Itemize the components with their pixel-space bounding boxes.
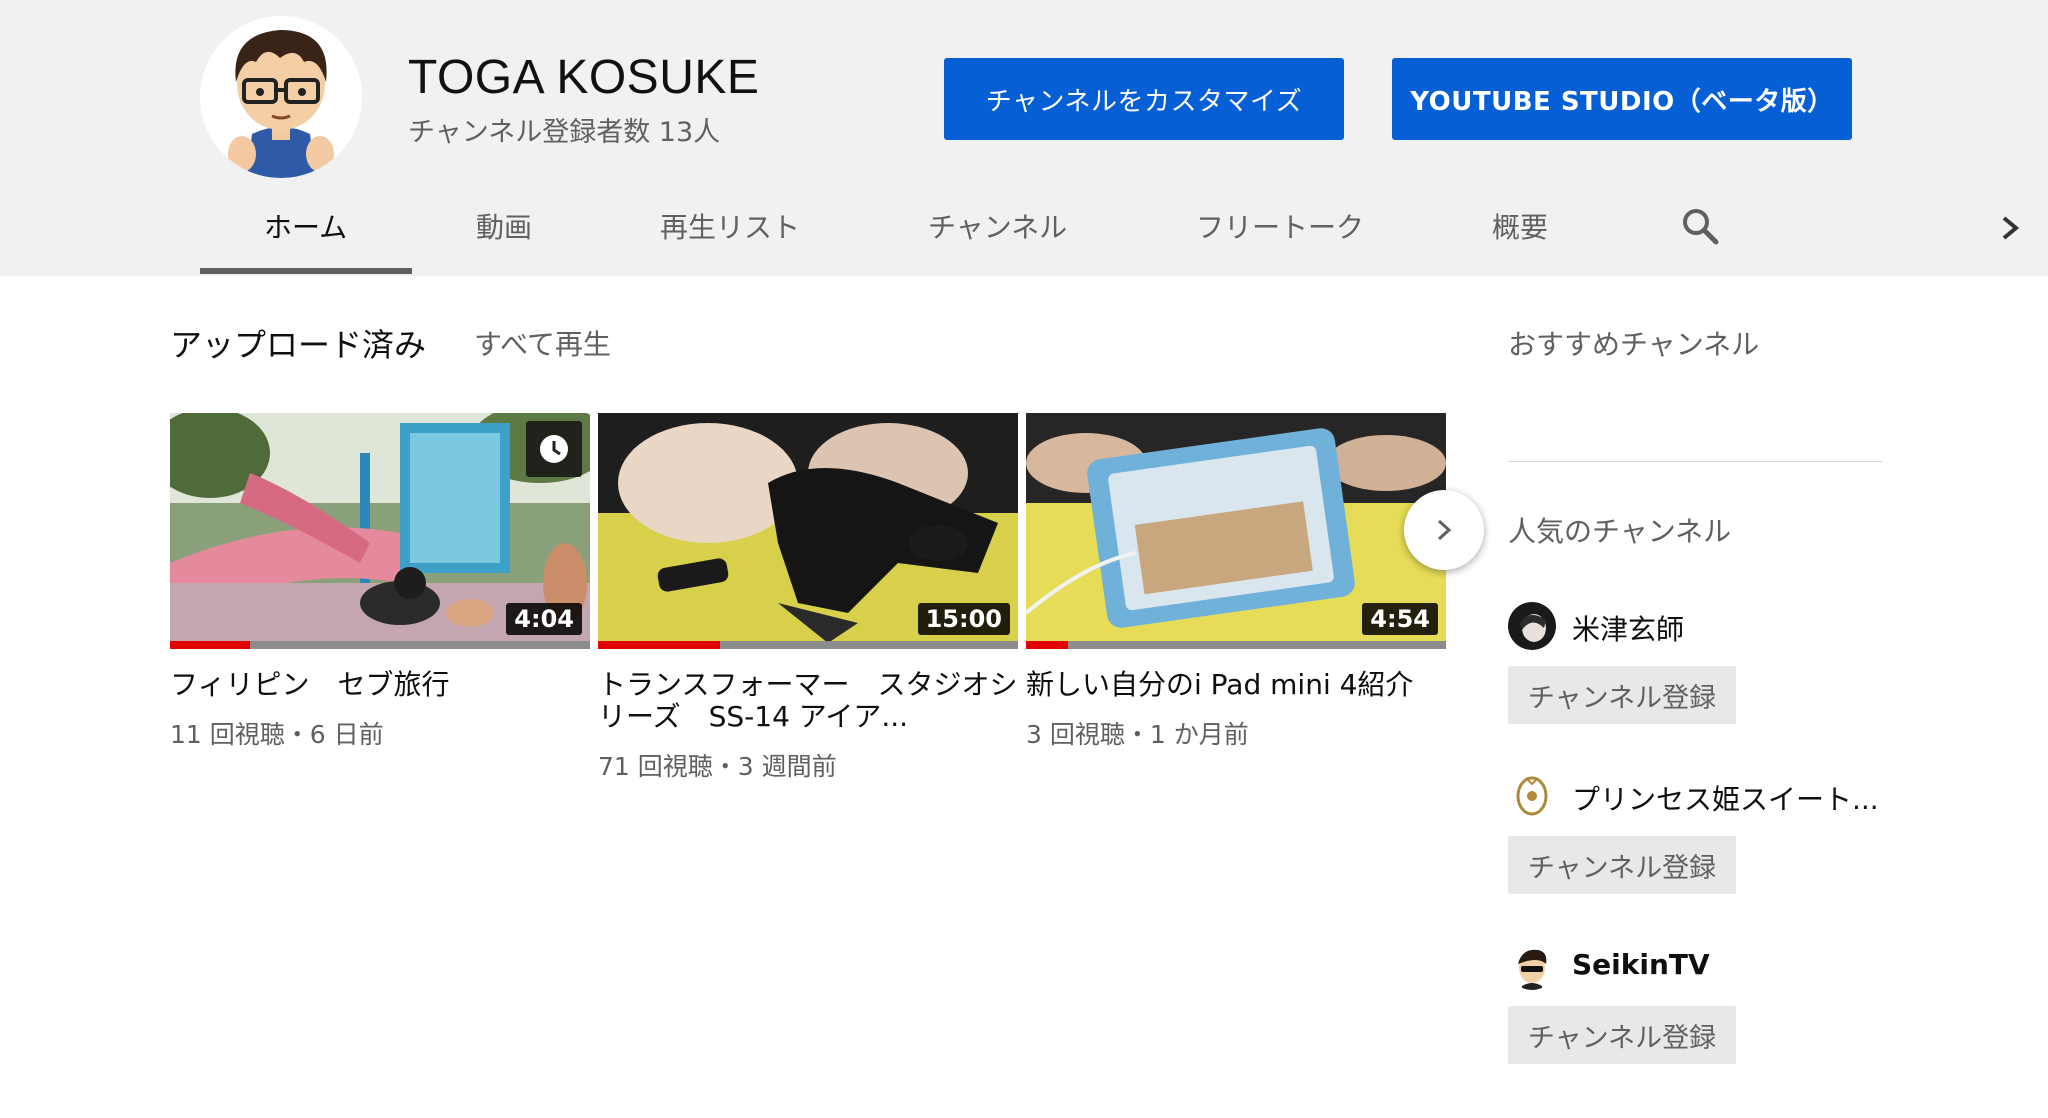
video-thumbnail[interactable]: 4:54 [1026, 413, 1446, 649]
video-meta: 3 回視聴・1 か月前 [1026, 720, 1249, 749]
featured-channels-title: おすすめチャンネル [1508, 328, 1760, 361]
chevron-right-icon [1437, 519, 1452, 541]
channel-avatar[interactable] [1508, 772, 1556, 820]
active-tab-indicator [200, 268, 412, 274]
subscribe-button[interactable]: チャンネル登録 [1508, 666, 1736, 724]
channel-avatar[interactable] [1508, 942, 1556, 990]
watch-progress-bar [170, 641, 590, 649]
subscriber-count: チャンネル登録者数 13人 [408, 117, 721, 148]
tab-discussion[interactable]: フリートーク [1196, 206, 1364, 246]
channel-name[interactable]: 米津玄師 [1572, 608, 1882, 648]
video-card[interactable]: 4:54 新しい自分のi Pad mini 4紹介 3 回視聴・1 か月前 [1026, 413, 1446, 751]
video-thumbnail[interactable]: 15:00 [598, 413, 1018, 649]
tab-about[interactable]: 概要 [1492, 206, 1548, 246]
popular-channels-title: 人気のチャンネル [1508, 515, 1732, 548]
tab-playlists[interactable]: 再生リスト [660, 206, 800, 246]
channel-header: TOGA KOSUKE チャンネル登録者数 13人 チャンネルをカスタマイズ Y… [0, 0, 2048, 276]
video-card[interactable]: 4:04 フィリピン セブ旅行 11 回視聴・6 日前 [170, 413, 590, 751]
channel-name: TOGA KOSUKE [408, 51, 760, 104]
video-duration: 4:54 [1362, 603, 1438, 635]
channel-avatar[interactable] [1508, 602, 1556, 650]
tab-videos[interactable]: 動画 [476, 206, 532, 246]
channel-name[interactable]: SeikinTV [1572, 948, 1882, 981]
video-title[interactable]: トランスフォーマー スタジオシリーズ SS-14 アイア... [598, 669, 1018, 733]
sidebar-divider [1508, 461, 1882, 462]
carousel-next-button[interactable] [1404, 490, 1484, 570]
video-duration: 4:04 [506, 603, 582, 635]
customize-channel-button[interactable]: チャンネルをカスタマイズ [944, 58, 1344, 140]
video-duration: 15:00 [917, 603, 1010, 635]
play-all-button[interactable]: すべて再生 [474, 323, 611, 363]
tab-channels[interactable]: チャンネル [928, 206, 1067, 246]
watch-progress-bar [598, 641, 1018, 649]
subscribe-button[interactable]: チャンネル登録 [1508, 1006, 1736, 1064]
video-meta: 71 回視聴・3 週間前 [598, 752, 837, 781]
watch-later-icon[interactable] [526, 421, 582, 477]
video-meta: 11 回視聴・6 日前 [170, 720, 384, 749]
subscribe-button[interactable]: チャンネル登録 [1508, 836, 1736, 894]
chevron-right-icon[interactable] [1996, 212, 2024, 244]
video-title[interactable]: フィリピン セブ旅行 [170, 669, 590, 701]
watch-progress-bar [1026, 641, 1446, 649]
tab-home[interactable]: ホーム [264, 206, 347, 246]
video-title[interactable]: 新しい自分のi Pad mini 4紹介 [1026, 669, 1446, 701]
avatar-illustration [200, 16, 362, 178]
channel-avatar[interactable] [200, 16, 362, 178]
youtube-studio-button[interactable]: YOUTUBE STUDIO（ベータ版） [1392, 58, 1852, 140]
search-icon[interactable] [1680, 206, 1720, 246]
uploads-section-title[interactable]: アップロード済み [170, 320, 426, 366]
video-card[interactable]: 15:00 トランスフォーマー スタジオシリーズ SS-14 アイア... 71… [598, 413, 1018, 783]
video-thumbnail[interactable]: 4:04 [170, 413, 590, 649]
channel-name[interactable]: プリンセス姫スイート... [1572, 778, 1882, 818]
